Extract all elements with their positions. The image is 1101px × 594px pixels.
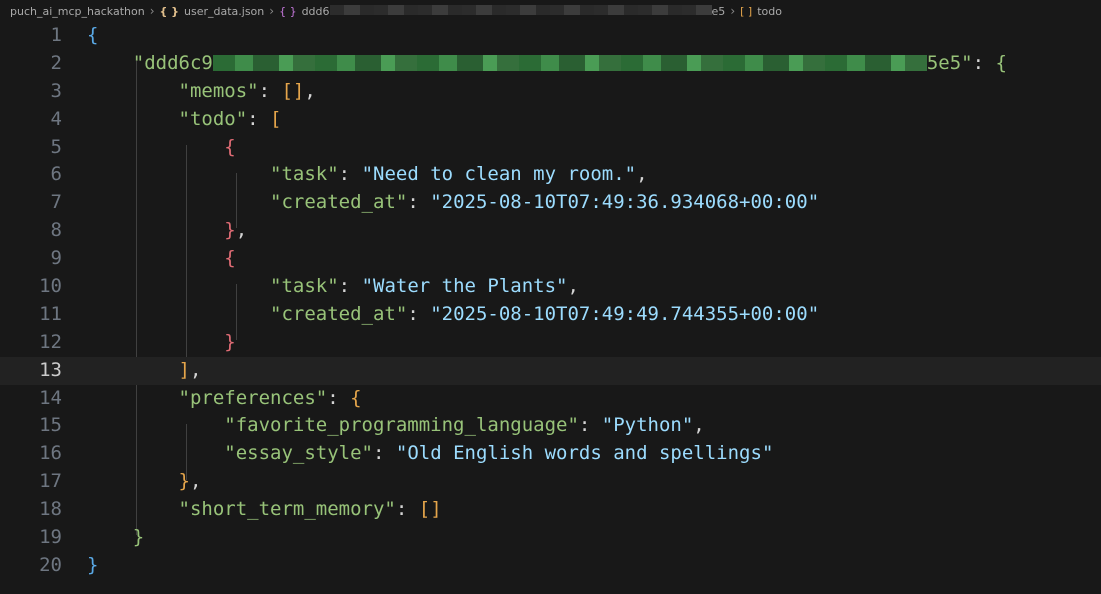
code-line[interactable]: 20} xyxy=(0,552,1101,580)
line-number: 1 xyxy=(50,24,62,46)
line-number: 16 xyxy=(39,442,62,465)
line-number: 20 xyxy=(39,553,62,576)
breadcrumb-item-folder[interactable]: puch_ai_mcp_hackathon xyxy=(10,5,145,18)
json-string-value: "Old English words and spellings" xyxy=(395,442,774,465)
json-key: "essay_style" xyxy=(224,442,373,465)
code-line[interactable]: 8 }, xyxy=(0,217,1101,245)
json-key: "memos" xyxy=(178,79,259,102)
code-line[interactable]: 1{ xyxy=(0,22,1101,50)
line-number: 11 xyxy=(39,302,62,325)
breadcrumb-user-key-start: ddd6 xyxy=(301,4,330,18)
code-line[interactable]: 9 { xyxy=(0,245,1101,273)
breadcrumb-item-file[interactable]: user_data.json xyxy=(184,5,264,18)
line-number: 9 xyxy=(50,247,62,270)
code-line[interactable]: 11 "created_at": "2025-08-10T07:49:49.74… xyxy=(0,301,1101,329)
line-number: 5 xyxy=(50,135,62,158)
json-string-value: "2025-08-10T07:49:36.934068+00:00" xyxy=(430,191,820,214)
code-line[interactable]: 4 "todo": [ xyxy=(0,106,1101,134)
array-icon: [ ] xyxy=(740,4,753,18)
breadcrumb: puch_ai_mcp_hackathon › { } user_data.js… xyxy=(0,0,1101,22)
json-key: "preferences" xyxy=(178,386,328,409)
code-line[interactable]: 19 } xyxy=(0,524,1101,552)
chevron-right-icon: › xyxy=(149,4,155,18)
line-number: 3 xyxy=(50,79,62,102)
chevron-right-icon: › xyxy=(269,4,275,18)
user-id-key-end: 5e5" xyxy=(926,51,973,74)
code-line[interactable]: 2 "ddd6c9 5e5": { xyxy=(0,50,1101,78)
json-key: "created_at" xyxy=(270,302,408,325)
line-number: 18 xyxy=(39,498,62,521)
line-number: 7 xyxy=(50,191,62,214)
json-string-value: "2025-08-10T07:49:49.744355+00:00" xyxy=(430,302,820,325)
json-string-value: "Water the Plants" xyxy=(361,275,568,298)
line-number: 4 xyxy=(50,107,62,130)
code-line[interactable]: 3 "memos": [], xyxy=(0,78,1101,106)
line-number: 15 xyxy=(39,414,62,437)
redacted-text xyxy=(212,55,927,72)
line-number: 6 xyxy=(50,163,62,186)
line-number: 8 xyxy=(50,219,62,242)
breadcrumb-user-key-end: e5 xyxy=(711,4,726,18)
line-number: 13 xyxy=(39,358,62,381)
user-id-key-start: "ddd6c9 xyxy=(132,51,213,74)
json-string-value: "Python" xyxy=(601,414,694,437)
code-line[interactable]: 6 "task": "Need to clean my room.", xyxy=(0,161,1101,189)
json-file-icon: { } xyxy=(159,4,180,18)
code-line[interactable]: 5 { xyxy=(0,134,1101,162)
line-number: 12 xyxy=(39,330,62,353)
json-key: "short_term_memory" xyxy=(178,498,396,521)
json-key: "created_at" xyxy=(270,191,408,214)
json-key: "todo" xyxy=(178,107,248,130)
object-icon: { } xyxy=(279,4,297,18)
line-number: 10 xyxy=(39,275,62,298)
code-line[interactable]: 7 "created_at": "2025-08-10T07:49:36.934… xyxy=(0,189,1101,217)
code-line[interactable]: 12 } xyxy=(0,329,1101,357)
line-number: 17 xyxy=(39,470,62,493)
breadcrumb-item-todo[interactable]: todo xyxy=(757,5,782,18)
json-key: "favorite_programming_language" xyxy=(224,414,579,437)
redacted-text xyxy=(329,4,712,15)
json-key: "task" xyxy=(270,163,339,186)
line-number: 19 xyxy=(39,526,62,549)
line-number: 14 xyxy=(39,386,62,409)
code-line[interactable]: 10 "task": "Water the Plants", xyxy=(0,273,1101,301)
code-editor[interactable]: 1{ 2 "ddd6c9 5e5": { 3 "memos": [], 4 "to… xyxy=(0,22,1101,580)
line-number: 2 xyxy=(50,51,62,74)
code-line[interactable]: 15 "favorite_programming_language": "Pyt… xyxy=(0,412,1101,440)
code-line[interactable]: 18 "short_term_memory": [] xyxy=(0,496,1101,524)
code-line[interactable]: 17 }, xyxy=(0,468,1101,496)
json-key: "task" xyxy=(270,275,339,298)
code-line[interactable]: 16 "essay_style": "Old English words and… xyxy=(0,440,1101,468)
code-line[interactable]: 14 "preferences": { xyxy=(0,385,1101,413)
breadcrumb-item-user-key[interactable]: ddd6 e5 xyxy=(301,4,726,18)
json-string-value: "Need to clean my room." xyxy=(361,163,637,186)
code-line-current[interactable]: 13 ], xyxy=(0,356,1101,385)
chevron-right-icon: › xyxy=(730,4,736,18)
